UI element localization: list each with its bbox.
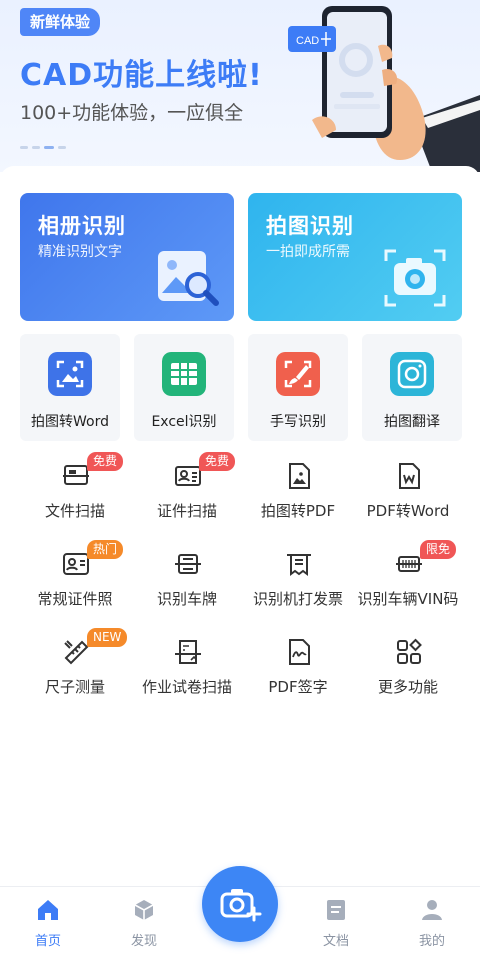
tile-photo-to-word[interactable]: 拍图转Word <box>20 334 120 441</box>
camera-lens-icon <box>390 352 434 396</box>
tab-label: 发现 <box>130 934 157 949</box>
function-more[interactable]: 更多功能 <box>348 628 468 710</box>
carousel-indicator <box>20 146 66 149</box>
card-subtitle: 精准识别文字 <box>38 244 122 260</box>
function-label: 更多功能 <box>377 678 438 696</box>
license-plate-icon <box>175 554 201 574</box>
home-icon <box>38 900 58 920</box>
signature-icon <box>289 639 310 665</box>
function-invoice[interactable]: 识别机打发票 <box>238 540 358 622</box>
promo-banner[interactable]: 新鲜体验 CAD功能上线啦! 100+功能体验，一应俱全 CAD <box>0 0 480 172</box>
tab-mine[interactable]: 我的 <box>384 887 480 956</box>
function-license-plate[interactable]: 识别车牌 <box>127 540 247 622</box>
function-label: 拍图转PDF <box>260 502 336 520</box>
banner-badge: 新鲜体验 <box>20 8 101 36</box>
function-label: 作业试卷扫描 <box>141 678 232 696</box>
function-label: PDF转Word <box>366 502 450 520</box>
image-search-icon <box>158 251 219 306</box>
tag-badge: 热门 <box>87 540 124 559</box>
receipt-icon <box>287 554 311 576</box>
tab-label: 首页 <box>34 934 61 949</box>
function-vin[interactable]: 限免 识别车辆VIN码 <box>348 540 468 622</box>
tile-label: 拍图转Word <box>31 414 109 430</box>
function-label: PDF签字 <box>268 678 328 696</box>
function-label: 文件扫描 <box>44 502 105 520</box>
function-id-scan[interactable]: 免费 证件扫描 <box>127 452 247 534</box>
banner-subtitle: 100+功能体验，一应俱全 <box>20 102 244 124</box>
tile-label: 手写识别 <box>270 414 326 430</box>
tab-home[interactable]: 首页 <box>0 887 96 956</box>
function-label: 识别车辆VIN码 <box>357 590 459 608</box>
tab-label: 文档 <box>322 934 349 949</box>
image-file-icon <box>289 463 310 489</box>
tile-excel-recognition[interactable]: Excel识别 <box>134 334 234 441</box>
tile-label: 拍图翻译 <box>384 414 440 430</box>
brush-icon <box>276 352 320 396</box>
card-subtitle: 一拍即成所需 <box>266 244 350 260</box>
spreadsheet-icon <box>162 352 206 396</box>
camera-fab-button[interactable] <box>202 866 278 942</box>
tag-badge: 免费 <box>199 452 236 471</box>
word-file-icon <box>399 463 420 489</box>
function-photo-to-pdf[interactable]: 拍图转PDF <box>238 452 358 534</box>
tile-label: Excel识别 <box>151 414 217 430</box>
tile-photo-translate[interactable]: 拍图翻译 <box>362 334 462 441</box>
tab-label: 我的 <box>418 934 445 949</box>
ruler-icon <box>64 640 89 665</box>
function-pdf-to-word[interactable]: PDF转Word <box>348 452 468 534</box>
function-label: 尺子测量 <box>44 678 105 696</box>
cad-tag-text: CAD <box>296 35 319 47</box>
photo-recognition-card[interactable]: 拍图识别 一拍即成所需 <box>248 193 462 321</box>
user-icon <box>422 900 442 920</box>
card-title: 相册识别 <box>38 214 126 238</box>
document-icon <box>327 900 345 920</box>
function-file-scan[interactable]: 免费 文件扫描 <box>15 452 135 534</box>
id-photo-icon <box>63 553 89 575</box>
phone-in-hand-illustration: CAD <box>288 6 480 172</box>
vin-barcode-icon <box>396 556 422 572</box>
tag-badge: 免费 <box>87 452 124 471</box>
album-recognition-card[interactable]: 相册识别 精准识别文字 <box>20 193 234 321</box>
function-ruler-measure[interactable]: NEW 尺子测量 <box>15 628 135 710</box>
function-label: 常规证件照 <box>37 590 113 608</box>
exam-paper-icon <box>175 640 201 664</box>
id-card-icon <box>175 466 201 486</box>
tab-documents[interactable]: 文档 <box>288 887 384 956</box>
tab-discover[interactable]: 发现 <box>96 887 192 956</box>
function-id-photo[interactable]: 热门 常规证件照 <box>15 540 135 622</box>
function-pdf-sign[interactable]: PDF签字 <box>238 628 358 710</box>
document-scan-icon <box>63 465 89 485</box>
tag-badge: 限免 <box>420 540 457 559</box>
function-label: 识别车牌 <box>156 590 217 608</box>
card-title: 拍图识别 <box>266 214 354 238</box>
function-label: 证件扫描 <box>156 502 217 520</box>
tag-badge: NEW <box>87 628 128 647</box>
banner-title: CAD功能上线啦! <box>20 58 263 93</box>
cube-icon <box>134 900 154 920</box>
camera-add-icon <box>220 889 262 922</box>
camera-scan-icon <box>384 249 446 307</box>
apps-grid-icon <box>397 638 422 664</box>
tile-handwriting-recognition[interactable]: 手写识别 <box>248 334 348 441</box>
function-homework-scan[interactable]: 作业试卷扫描 <box>127 628 247 710</box>
function-label: 识别机打发票 <box>252 590 343 608</box>
photo-frame-icon <box>48 352 92 396</box>
